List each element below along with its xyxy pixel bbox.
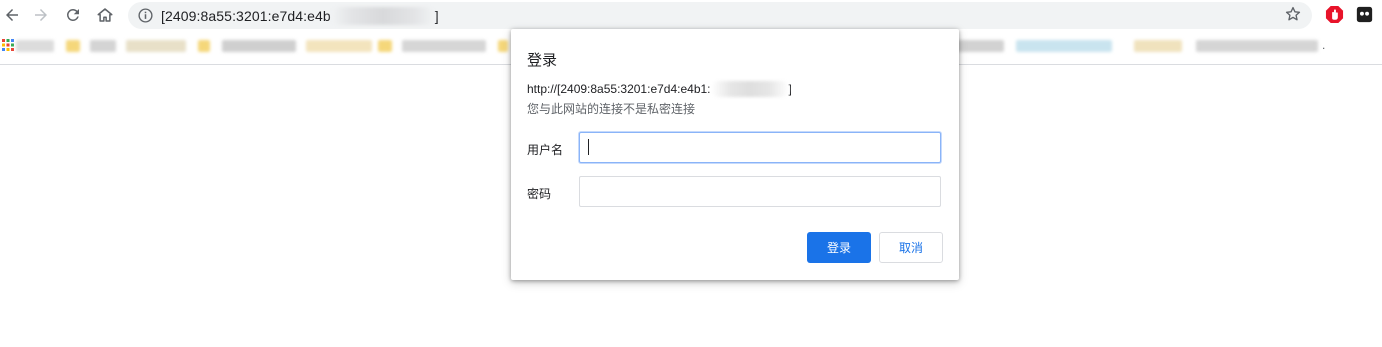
back-button[interactable]	[0, 3, 24, 27]
bookmark-item[interactable]	[1196, 40, 1318, 52]
origin-prefix: http://[2409:8a55:3201:e7d4:e4b1:	[527, 82, 711, 96]
bookmarks-overflow: .	[1322, 38, 1326, 52]
home-button[interactable]	[93, 3, 117, 27]
url-end: ]	[434, 8, 439, 24]
star-icon[interactable]	[1284, 5, 1302, 23]
username-input[interactable]	[579, 132, 941, 163]
reload-icon	[66, 8, 79, 21]
url-visible: [2409:8a55:3201:e7d4:e4b	[161, 8, 331, 24]
dark-extension-icon[interactable]	[1356, 6, 1373, 23]
bookmark-item[interactable]	[378, 40, 392, 52]
reload-button[interactable]	[61, 3, 85, 27]
password-label: 密码	[527, 187, 552, 201]
address-bar[interactable]: [2409:8a55:3201:e7d4:e4b]	[128, 2, 1312, 29]
url-text[interactable]: [2409:8a55:3201:e7d4:e4b]	[161, 7, 439, 25]
bookmark-item[interactable]	[1134, 40, 1182, 52]
arrow-right-icon	[35, 9, 47, 21]
http-auth-dialog: 登录 http://[2409:8a55:3201:e7d4:e4b1:] 您与…	[511, 29, 959, 280]
bookmark-item[interactable]	[1016, 40, 1112, 52]
dialog-title: 登录	[527, 52, 558, 69]
bookmark-item[interactable]	[126, 40, 186, 52]
bookmark-item[interactable]	[306, 40, 372, 52]
bookmark-item[interactable]	[66, 40, 80, 52]
dialog-origin: http://[2409:8a55:3201:e7d4:e4b1:]	[527, 81, 792, 97]
cancel-button[interactable]: 取消	[879, 232, 943, 263]
bookmark-item[interactable]	[198, 40, 210, 52]
origin-suffix: ]	[788, 82, 792, 96]
redacted-blur	[710, 81, 789, 97]
redacted-blur	[330, 7, 435, 25]
browser-toolbar: [2409:8a55:3201:e7d4:e4b]	[0, 0, 1382, 30]
bookmark-item[interactable]	[956, 40, 1004, 52]
bookmark-item[interactable]	[16, 40, 54, 52]
home-icon	[97, 8, 113, 22]
text-caret	[588, 139, 589, 155]
username-label: 用户名	[527, 143, 564, 157]
password-input[interactable]	[579, 176, 941, 207]
bookmark-item[interactable]	[402, 40, 486, 52]
info-icon[interactable]	[137, 7, 154, 24]
bookmark-item[interactable]	[90, 40, 116, 52]
insecure-connection-warning: 您与此网站的连接不是私密连接	[527, 102, 696, 116]
forward-button[interactable]	[29, 3, 53, 27]
sign-in-button[interactable]: 登录	[807, 232, 871, 263]
arrow-left-icon	[6, 9, 18, 21]
bookmark-item[interactable]	[222, 40, 296, 52]
red-shield-extension-icon[interactable]	[1325, 5, 1344, 24]
bookmark-item[interactable]	[498, 40, 508, 52]
apps-grid-icon[interactable]	[2, 39, 14, 51]
